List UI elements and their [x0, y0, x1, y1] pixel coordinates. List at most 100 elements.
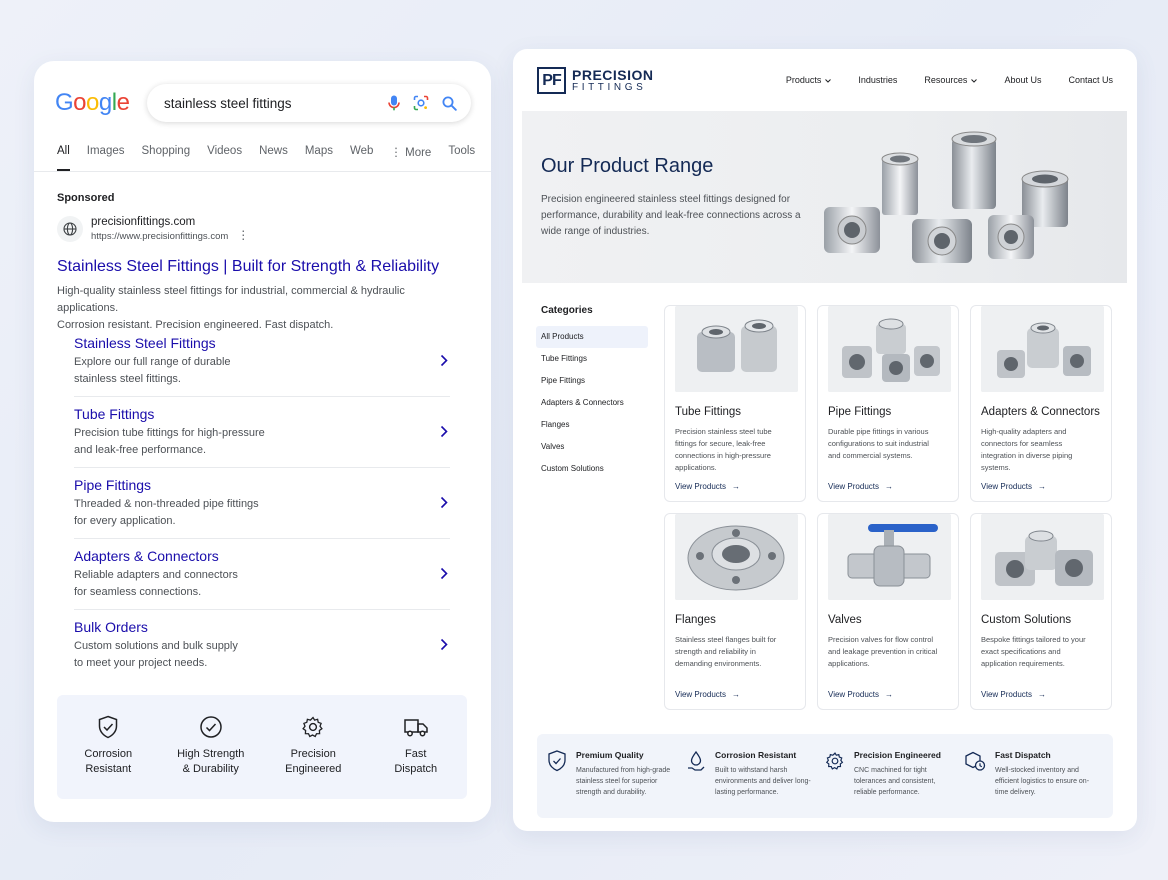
sitelink-title: Tube Fittings: [74, 406, 155, 422]
arrow-right-icon: →: [732, 690, 740, 699]
feature-label: Corrosion: [84, 748, 133, 760]
google-search-panel: Google stainless steel fittings All Imag…: [34, 61, 491, 822]
ad-site-url: https://www.precisionfittings.com: [91, 231, 229, 242]
gear-icon: [825, 750, 854, 777]
sponsored-label: Sponsored: [57, 192, 115, 204]
hero-text: Precision engineered stainless steel fit…: [541, 194, 801, 237]
sitelink-stainless-steel-fittings[interactable]: Stainless Steel Fittings Explore our ful…: [74, 326, 450, 397]
feature-precision-engineered: Precision Engineered CNC machined for tig…: [825, 750, 964, 802]
search-input[interactable]: stainless steel fittings: [164, 96, 388, 111]
product-desc: High-quality adapters and connectors for…: [981, 427, 1073, 472]
more-options-icon[interactable]: ⋮: [237, 228, 249, 242]
link-label: View Products: [981, 690, 1032, 699]
view-products-link[interactable]: View Products →: [981, 482, 1046, 491]
tab-videos[interactable]: Videos: [207, 145, 242, 171]
feature-label: High Strength: [177, 748, 245, 760]
nav-products[interactable]: Products: [786, 75, 832, 85]
product-card-tube-fittings[interactable]: Tube Fittings Precision stainless steel …: [664, 305, 806, 502]
search-box[interactable]: stainless steel fittings: [147, 84, 471, 122]
feature-title: Corrosion Resistant: [715, 750, 797, 760]
arrow-right-icon: →: [885, 482, 893, 491]
sitelinks-list: Stainless Steel Fittings Explore our ful…: [74, 326, 450, 681]
view-products-link[interactable]: View Products →: [828, 690, 893, 699]
sitelink-adapters-connectors[interactable]: Adapters & Connectors Reliable adapters …: [74, 539, 450, 610]
chevron-down-icon: [825, 76, 832, 85]
feature-label: Precision: [290, 748, 336, 760]
site-logo[interactable]: PF PRECISION FITTINGS: [537, 67, 654, 94]
camera-lens-icon[interactable]: [413, 95, 429, 111]
product-grid: Tube Fittings Precision stainless steel …: [664, 305, 1113, 710]
sitelink-bulk-orders[interactable]: Bulk Orders Custom solutions and bulk su…: [74, 610, 450, 681]
chevron-down-icon: [971, 76, 978, 85]
tab-web[interactable]: Web: [350, 145, 373, 171]
ad-title-link[interactable]: Stainless Steel Fittings | Built for Str…: [57, 258, 439, 276]
category-pipe-fittings[interactable]: Pipe Fittings: [536, 370, 648, 392]
nav-about-us[interactable]: About Us: [1004, 75, 1041, 85]
product-title: Pipe Fittings: [828, 406, 892, 418]
tab-all[interactable]: All: [57, 145, 70, 171]
sitelink-desc-line: for every application.: [74, 515, 176, 527]
feature-title: Precision Engineered: [854, 750, 941, 760]
categories-title: Categories: [541, 305, 593, 316]
drop-hand-icon: [686, 750, 715, 777]
sitelink-tube-fittings[interactable]: Tube Fittings Precision tube fittings fo…: [74, 397, 450, 468]
arrow-right-icon: →: [1038, 482, 1046, 491]
product-title: Custom Solutions: [981, 614, 1072, 626]
sitelink-desc-line: and leak-free performance.: [74, 444, 207, 456]
site-features-strip: Premium Quality Manufactured from high-gr…: [537, 734, 1113, 818]
feature-desc: CNC machined for tight tolerances and co…: [854, 767, 936, 796]
nav-contact-us[interactable]: Contact Us: [1068, 75, 1113, 85]
ad-site-name: precisionfittings.com: [91, 216, 196, 228]
view-products-link[interactable]: View Products →: [675, 482, 740, 491]
nav-label: About Us: [1004, 75, 1042, 85]
product-card-pipe-fittings[interactable]: Pipe Fittings Durable pipe fittings in v…: [817, 305, 959, 502]
category-valves[interactable]: Valves: [536, 436, 648, 458]
check-circle-icon: [171, 715, 251, 739]
arrow-right-icon: →: [732, 482, 740, 491]
sitelink-title: Adapters & Connectors: [74, 548, 219, 564]
logo-mark: PF: [537, 67, 566, 94]
feature-high-strength: High Strength & Durability: [171, 715, 251, 799]
search-icon[interactable]: [442, 96, 457, 111]
sitelink-desc-line: stainless steel fittings.: [74, 373, 181, 385]
microphone-icon[interactable]: [388, 95, 400, 111]
tab-news[interactable]: News: [259, 145, 288, 171]
feature-label: Dispatch: [394, 763, 438, 775]
view-products-link[interactable]: View Products →: [828, 482, 893, 491]
category-flanges[interactable]: Flanges: [536, 414, 648, 436]
tab-shopping[interactable]: Shopping: [142, 145, 191, 171]
nav-label: Industries: [858, 75, 898, 85]
sitelink-pipe-fittings[interactable]: Pipe Fittings Threaded & non-threaded pi…: [74, 468, 450, 539]
search-tabs: All Images Shopping Videos News Maps Web…: [57, 145, 475, 171]
feature-title: Premium Quality: [576, 750, 644, 760]
tab-images[interactable]: Images: [87, 145, 125, 171]
nav-resources[interactable]: Resources: [924, 75, 978, 85]
product-card-flanges[interactable]: Flanges Stainless steel flanges built fo…: [664, 513, 806, 710]
product-card-custom-solutions[interactable]: Custom Solutions Bespoke fittings tailor…: [970, 513, 1112, 710]
category-tube-fittings[interactable]: Tube Fittings: [536, 348, 648, 370]
tab-more[interactable]: ⋮ More: [390, 145, 431, 171]
sitelink-title: Pipe Fittings: [74, 477, 152, 493]
gear-icon: [273, 715, 353, 739]
sitelink-desc-line: Custom solutions and bulk supply: [74, 640, 238, 652]
category-custom-solutions[interactable]: Custom Solutions: [536, 458, 648, 480]
view-products-link[interactable]: View Products →: [981, 690, 1046, 699]
product-title: Tube Fittings: [675, 406, 742, 418]
category-all-products[interactable]: All Products: [536, 326, 648, 348]
sitelink-desc-line: Precision tube fittings for high-pressur…: [74, 427, 265, 439]
view-products-link[interactable]: View Products →: [675, 690, 740, 699]
tab-maps[interactable]: Maps: [305, 145, 333, 171]
product-desc: Bespoke fittings tailored to your exact …: [981, 635, 1086, 668]
google-logo[interactable]: Google: [55, 89, 130, 117]
tabs-divider: [34, 171, 491, 172]
feature-title: Fast Dispatch: [995, 750, 1051, 760]
category-adapters-connectors[interactable]: Adapters & Connectors: [536, 392, 648, 414]
logo-word-primary: PRECISION: [572, 66, 654, 83]
ad-site-info[interactable]: precisionfittings.com https://www.precis…: [57, 215, 249, 243]
product-card-adapters-connectors[interactable]: Adapters & Connectors High-quality adapt…: [970, 305, 1112, 502]
tab-tools[interactable]: Tools: [448, 145, 475, 171]
product-card-valves[interactable]: Valves Precision valves for flow control…: [817, 513, 959, 710]
nav-industries[interactable]: Industries: [858, 75, 897, 85]
sitelink-desc-line: Threaded & non-threaded pipe fittings: [74, 498, 259, 510]
union-fittings-icon: [675, 306, 798, 392]
